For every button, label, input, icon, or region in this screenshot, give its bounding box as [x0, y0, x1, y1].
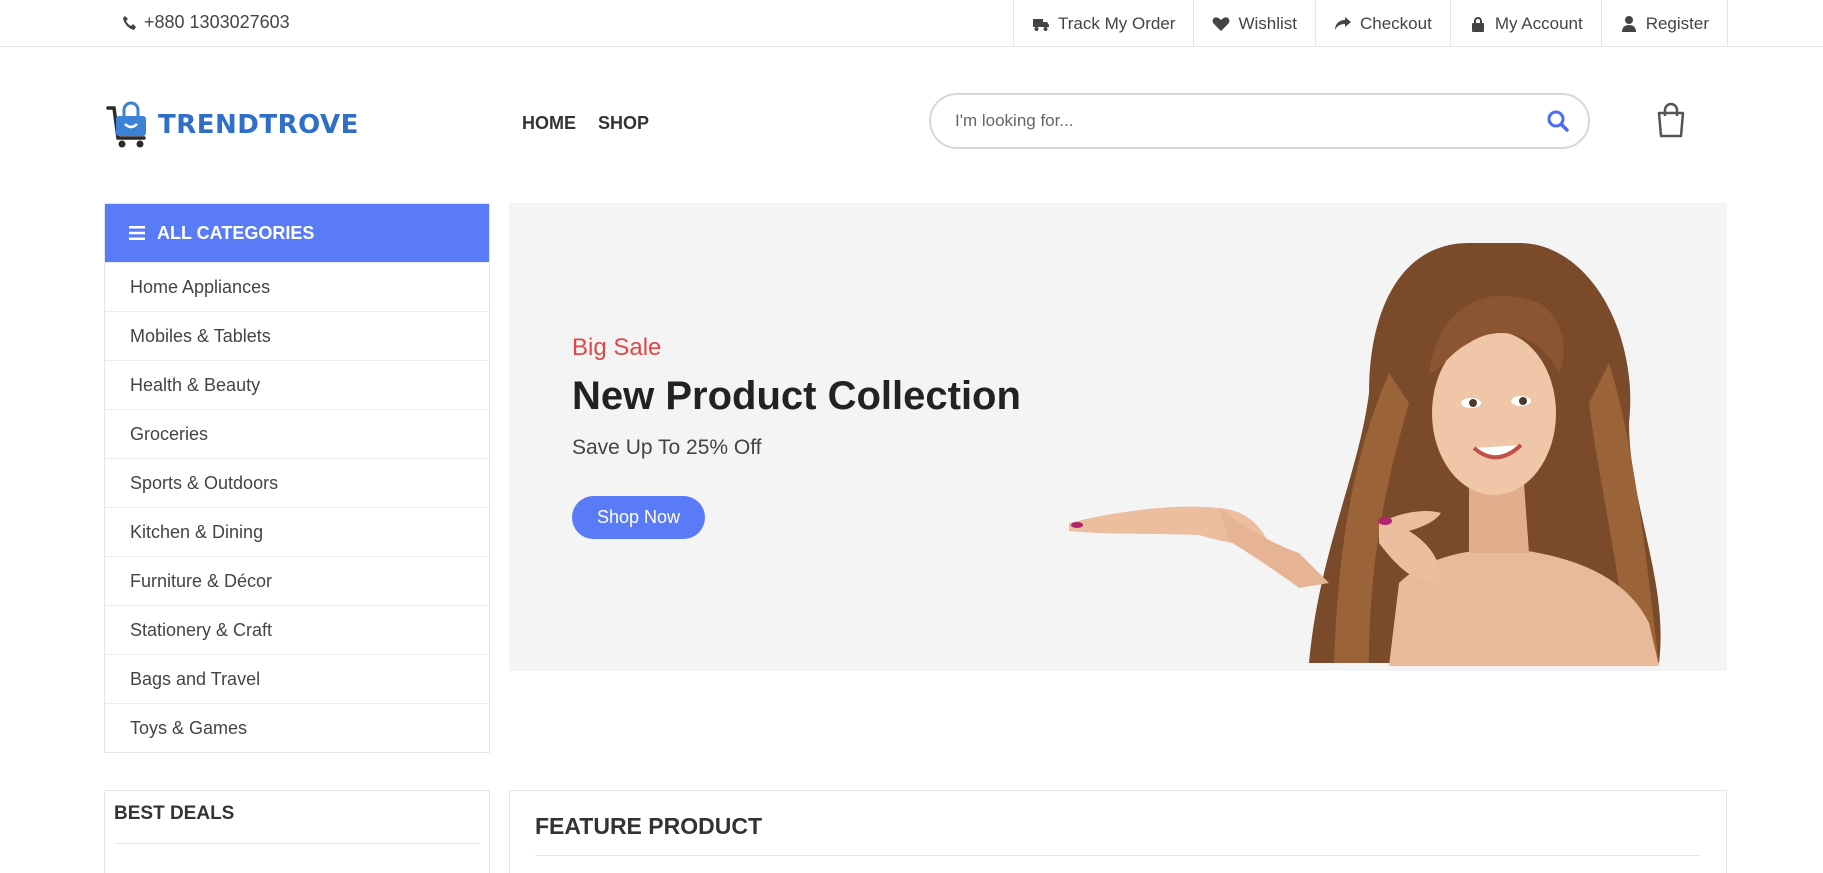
all-categories-toggle[interactable]: ALL CATEGORIES: [105, 204, 489, 262]
banner-subtitle: Save Up To 25% Off: [572, 436, 762, 459]
share-arrow-icon: [1335, 16, 1351, 30]
best-deals-panel: BEST DEALS: [104, 790, 490, 873]
best-deals-title: BEST DEALS: [114, 803, 235, 824]
banner-model-image: [1069, 243, 1661, 666]
search-button[interactable]: [1528, 95, 1588, 147]
hamburger-menu-icon: [129, 226, 145, 240]
best-deals-divider: [114, 843, 480, 844]
nav-shop[interactable]: SHOP: [598, 113, 649, 134]
checkout-link[interactable]: Checkout: [1315, 0, 1450, 47]
register-label: Register: [1645, 13, 1710, 33]
phone-icon: [123, 15, 136, 30]
search-bar: [929, 93, 1590, 149]
search-icon: [1547, 110, 1569, 132]
wishlist-link[interactable]: Wishlist: [1193, 0, 1315, 47]
main-nav: HOME SHOP: [522, 113, 649, 134]
shop-now-button[interactable]: Shop Now: [572, 496, 705, 539]
category-groceries[interactable]: Groceries: [105, 409, 489, 458]
category-health-beauty[interactable]: Health & Beauty: [105, 360, 489, 409]
track-order-link[interactable]: Track My Order: [1013, 0, 1193, 47]
category-home-appliances[interactable]: Home Appliances: [105, 262, 489, 311]
top-links: Track My Order Wishlist Checkout My Acco…: [1013, 0, 1729, 47]
banner-title: New Product Collection: [572, 374, 1021, 418]
categories-menu: ALL CATEGORIES Home Appliances Mobiles &…: [104, 203, 490, 753]
feature-product-panel: FEATURE PRODUCT: [509, 790, 1727, 873]
phone-contact[interactable]: +880 1303027603: [122, 12, 290, 33]
site-logo[interactable]: TRENDTROVE: [106, 100, 359, 150]
logo-text: TRENDTROVE: [158, 110, 359, 140]
register-link[interactable]: Register: [1600, 0, 1727, 47]
user-icon: [1621, 15, 1636, 32]
hero-banner: Big Sale New Product Collection Save Up …: [509, 203, 1727, 671]
category-sports-outdoors[interactable]: Sports & Outdoors: [105, 458, 489, 507]
track-order-label: Track My Order: [1058, 13, 1176, 33]
category-kitchen-dining[interactable]: Kitchen & Dining: [105, 507, 489, 556]
category-furniture-decor[interactable]: Furniture & Décor: [105, 556, 489, 605]
category-bags-travel[interactable]: Bags and Travel: [105, 654, 489, 703]
top-bar: +880 1303027603 Track My Order Wishlist …: [0, 0, 1823, 47]
my-account-link[interactable]: My Account: [1449, 0, 1601, 47]
nav-home[interactable]: HOME: [522, 113, 576, 134]
heart-icon: [1213, 16, 1230, 31]
lock-icon: [1471, 16, 1484, 32]
truck-icon: [1033, 18, 1049, 31]
wishlist-label: Wishlist: [1238, 13, 1297, 33]
feature-product-divider: [535, 855, 1701, 856]
all-categories-label: ALL CATEGORIES: [157, 222, 315, 243]
category-mobiles-tablets[interactable]: Mobiles & Tablets: [105, 311, 489, 360]
checkout-label: Checkout: [1360, 13, 1432, 33]
banner-tag: Big Sale: [572, 334, 662, 361]
search-input[interactable]: [955, 111, 1528, 131]
category-toys-games[interactable]: Toys & Games: [105, 703, 489, 752]
phone-number: +880 1303027603: [144, 12, 290, 32]
shopping-cart-logo-icon: [106, 101, 146, 148]
my-account-label: My Account: [1494, 13, 1583, 33]
category-stationery-craft[interactable]: Stationery & Craft: [105, 605, 489, 654]
feature-product-title: FEATURE PRODUCT: [535, 813, 763, 839]
shopping-bag-icon[interactable]: [1656, 102, 1686, 138]
